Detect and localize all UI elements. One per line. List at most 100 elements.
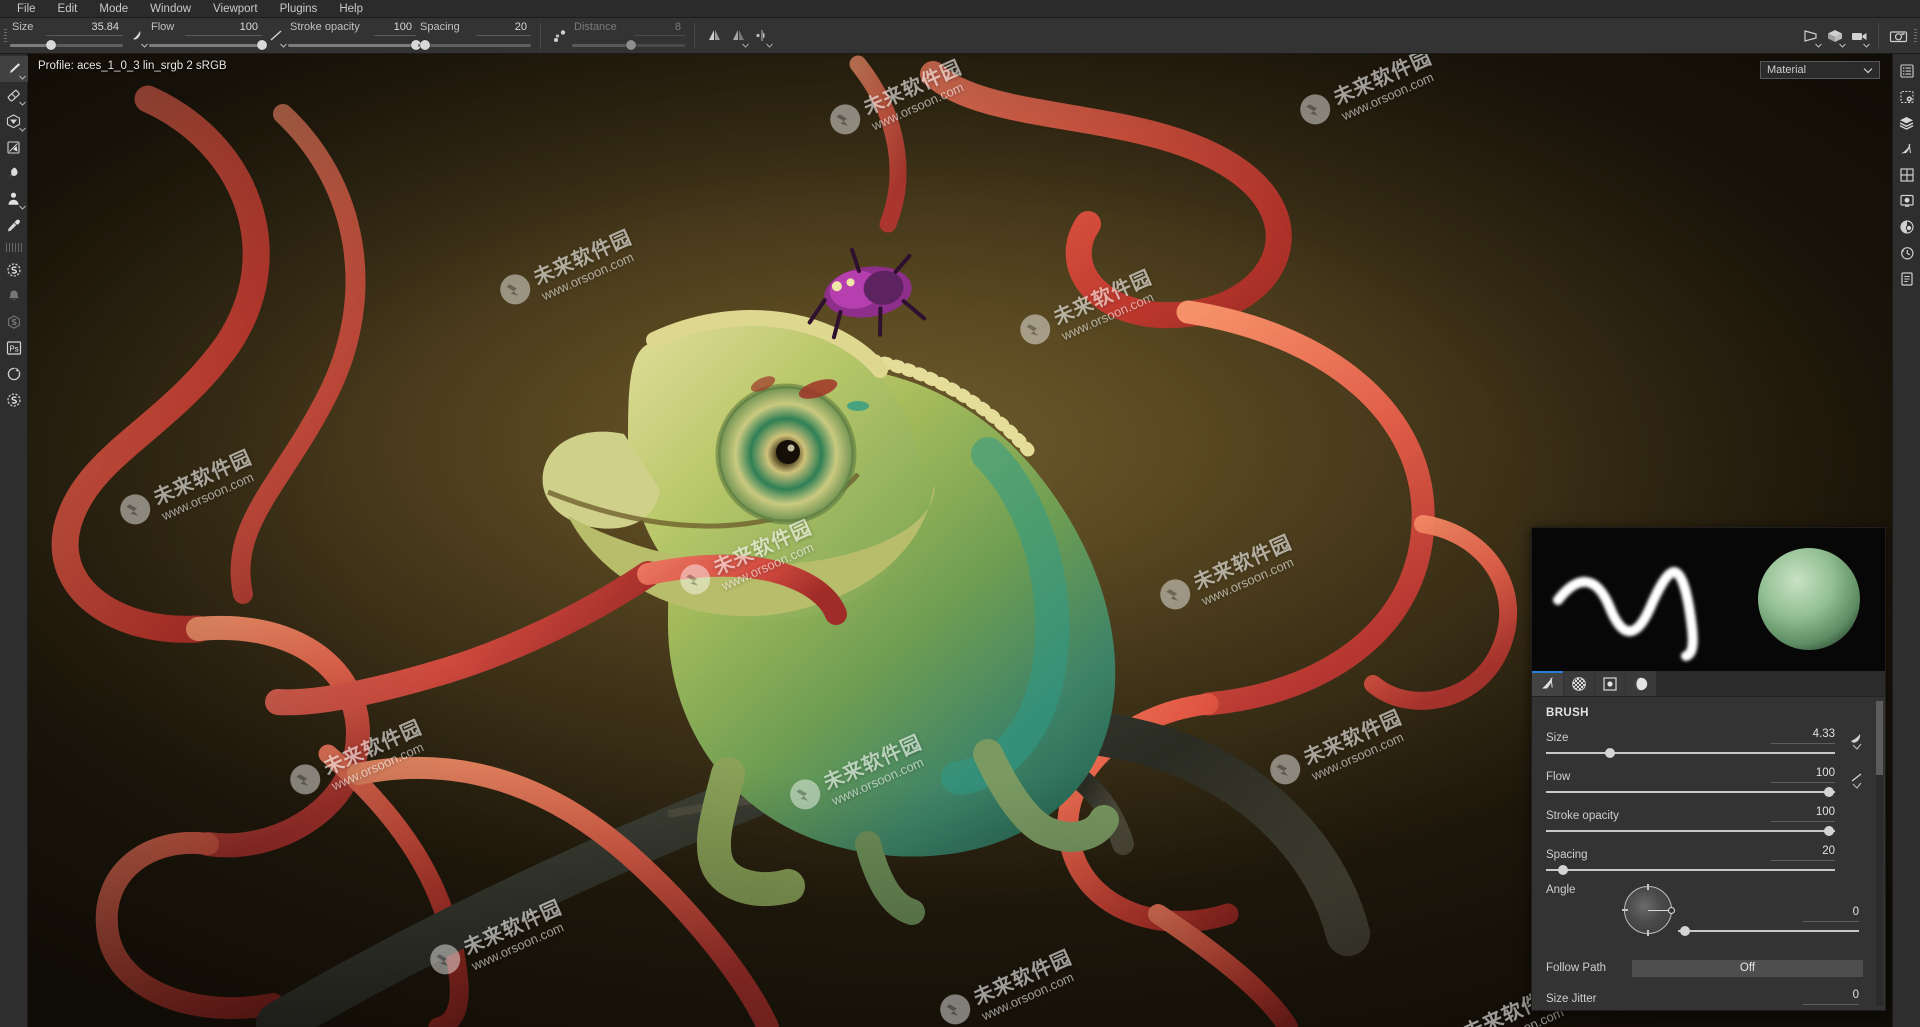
property-spacing-value[interactable]: 20 — [1822, 845, 1835, 857]
property-stroke-opacity-label: Stroke opacity — [1546, 810, 1619, 822]
brush-properties-icon[interactable] — [1893, 136, 1920, 162]
brush-section-title: BRUSH — [1546, 707, 1589, 719]
toolbar-slider-distance-value: 8 — [674, 20, 681, 33]
screenshot-camera-icon[interactable] — [1886, 21, 1910, 51]
property-flow-slider[interactable] — [1546, 787, 1835, 797]
property-angle[interactable]: Angle 0 — [1546, 884, 1871, 950]
cube-view-icon[interactable] — [1823, 21, 1847, 51]
right-panel-rail — [1892, 54, 1920, 1027]
substance-source-icon[interactable] — [0, 309, 28, 335]
log-notes-icon[interactable] — [1893, 266, 1920, 292]
property-stroke-opacity-slider[interactable] — [1546, 826, 1835, 836]
menu-item-edit[interactable]: Edit — [47, 1, 89, 17]
menu-bar: File Edit Mode Window Viewport Plugins H… — [0, 0, 1920, 18]
property-angle-value[interactable]: 0 — [1853, 906, 1859, 918]
pressure-size-icon[interactable] — [1843, 732, 1871, 752]
property-size-jitter-label: Size Jitter — [1546, 993, 1597, 1005]
toolbar-slider-size-track[interactable] — [10, 40, 123, 50]
menu-item-viewport[interactable]: Viewport — [202, 1, 269, 17]
property-spacing-slider[interactable] — [1546, 865, 1835, 875]
left-tool-rail: Ps — [0, 54, 28, 1027]
property-size-jitter[interactable]: Size Jitter 0 — [1546, 989, 1871, 1007]
menu-item-help[interactable]: Help — [328, 1, 374, 17]
property-stroke-opacity-value[interactable]: 100 — [1816, 806, 1835, 818]
tab-alpha[interactable] — [1563, 671, 1594, 696]
material-channel-select[interactable]: Material — [1760, 61, 1880, 79]
toolbar-slider-stroke-opacity-value: 100 — [393, 20, 412, 33]
toolbar-slider-spacing-value: 20 — [514, 20, 527, 33]
tab-stencil[interactable] — [1594, 671, 1625, 696]
toolbar-slider-spacing-track[interactable] — [418, 40, 531, 50]
mirror-symmetry-icon[interactable] — [702, 21, 726, 51]
tab-brush[interactable] — [1532, 671, 1563, 696]
video-camera-icon[interactable] — [1847, 21, 1871, 51]
property-angle-label: Angle — [1546, 884, 1576, 896]
eyedropper-tool[interactable] — [0, 212, 28, 238]
history-icon[interactable] — [1893, 240, 1920, 266]
toolbar-slider-stroke-opacity-track[interactable] — [288, 40, 421, 50]
display-settings-icon[interactable] — [1893, 188, 1920, 214]
brush-preview-area[interactable] — [1532, 528, 1885, 671]
layers-icon[interactable] — [1893, 110, 1920, 136]
follow-path-toggle[interactable]: Off — [1632, 959, 1863, 977]
toolbar-drag-handle[interactable] — [0, 18, 10, 54]
substance-share-icon[interactable] — [0, 387, 28, 413]
brush-stroke-icon — [1541, 677, 1553, 689]
brush-properties-panel: BRUSH Size 4.33 Flow 100 Stroke opacity … — [1531, 527, 1886, 1011]
eraser-tool[interactable] — [0, 82, 28, 108]
substance-effect-icon[interactable] — [0, 257, 28, 283]
property-stroke-opacity[interactable]: Stroke opacity 100 — [1546, 806, 1871, 836]
angle-dial-control[interactable] — [1622, 884, 1675, 936]
alert-bell-icon[interactable] — [0, 283, 28, 309]
property-flow-value[interactable]: 100 — [1816, 767, 1835, 779]
paint-brush-tool[interactable] — [0, 56, 28, 82]
toolbar-slider-stroke-opacity[interactable]: Stroke opacity 100 — [288, 20, 421, 52]
rail-separator — [5, 243, 22, 252]
menu-item-file[interactable]: File — [6, 1, 47, 17]
property-angle-slider[interactable] — [1678, 926, 1859, 936]
menu-item-window[interactable]: Window — [139, 1, 202, 17]
texture-set-list-icon[interactable] — [1893, 58, 1920, 84]
shader-settings-icon[interactable] — [1893, 214, 1920, 240]
shelf-grid-icon[interactable] — [1893, 162, 1920, 188]
scatter-icon[interactable] — [548, 21, 572, 51]
symmetry-plane-icon[interactable] — [750, 21, 774, 51]
camera-frustum-icon[interactable] — [1799, 21, 1823, 51]
toolbar-drag-handle-right[interactable] — [1910, 18, 1920, 54]
toolbar-slider-size[interactable]: Size 35.84 — [10, 20, 123, 52]
property-follow-path[interactable]: Follow Path Off — [1546, 958, 1871, 978]
stroke-shape-icon[interactable] — [264, 21, 288, 51]
brush-panel-scrollbar[interactable] — [1876, 701, 1883, 1006]
clone-stamp-tool[interactable] — [0, 186, 28, 212]
toolbar-slider-distance[interactable]: Distance 8 — [572, 20, 685, 52]
brush-panel-tabs-filler — [1656, 671, 1885, 696]
toolbar-slider-flow[interactable]: Flow 100 — [149, 20, 267, 52]
menu-item-mode[interactable]: Mode — [88, 1, 139, 17]
property-size-value[interactable]: 4.33 — [1813, 728, 1835, 740]
property-size[interactable]: Size 4.33 — [1546, 728, 1871, 758]
property-spacing[interactable]: Spacing 20 — [1546, 845, 1871, 875]
toolbar-slider-spacing[interactable]: Spacing 20 — [418, 20, 531, 52]
tab-material[interactable] — [1625, 671, 1656, 696]
radial-symmetry-icon[interactable] — [726, 21, 750, 51]
svg-text:Ps: Ps — [9, 344, 18, 353]
toolbar-slider-distance-track[interactable] — [572, 40, 685, 50]
toolbar-separator-3 — [1878, 22, 1879, 49]
color-profile-label: Profile: aces_1_0_3 lin_srgb 2 sRGB — [38, 60, 227, 72]
smudge-tool[interactable] — [0, 160, 28, 186]
material-channel-value: Material — [1767, 64, 1807, 76]
projection-tool[interactable] — [0, 108, 28, 134]
property-size-jitter-value[interactable]: 0 — [1853, 989, 1859, 1001]
refresh-sync-icon[interactable] — [0, 361, 28, 387]
toolbar-slider-size-value: 35.84 — [91, 20, 119, 33]
property-size-slider[interactable] — [1546, 748, 1835, 758]
polygon-fill-tool[interactable] — [0, 134, 28, 160]
property-flow[interactable]: Flow 100 — [1546, 767, 1871, 797]
menu-item-plugins[interactable]: Plugins — [269, 1, 329, 17]
brush-alpha-icon[interactable] — [125, 21, 149, 51]
pressure-flow-icon[interactable] — [1843, 771, 1871, 791]
toolbar-slider-flow-track[interactable] — [149, 40, 267, 50]
photoshop-link-icon[interactable]: Ps — [0, 335, 28, 361]
brush-panel-scroll-thumb[interactable] — [1876, 701, 1883, 775]
texture-set-settings-icon[interactable] — [1893, 84, 1920, 110]
